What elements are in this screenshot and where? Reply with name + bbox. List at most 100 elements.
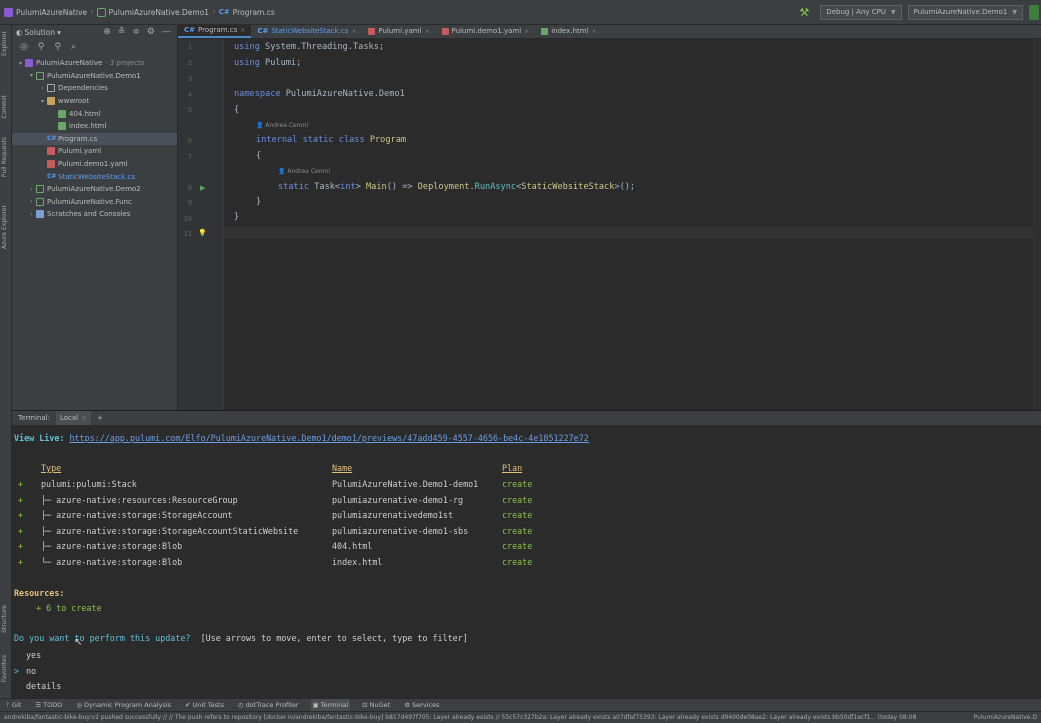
tree-item[interactable]: ▾ PulumiAzureNative · 3 projects [12,57,177,70]
locate-icon[interactable]: ⊕ [103,27,111,37]
tool-window-terminal[interactable]: ▣ Terminal [310,698,351,712]
code-line-4[interactable]: namespace PulumiAzureNative.Demo1 [234,89,405,99]
tool-window-icon: ✔ [185,701,191,709]
editor-tab[interactable]: index.html × [535,24,602,38]
run-gutter-icon[interactable]: ▶ [200,184,205,192]
tree-item[interactable]: ▾ wwwroot [12,95,177,108]
chevron-down-icon[interactable]: ▾ [27,72,36,79]
breadcrumb-project[interactable]: PulumiAzureNative.Demo1 [109,8,209,17]
configuration-select[interactable]: Debug | Any CPU ▼ [820,4,902,20]
editor-tab[interactable]: C# Program.cs × [178,24,252,38]
code-line-8[interactable]: static Task<int> Main() => Deployment.Ru… [278,182,635,192]
chevron-right-icon[interactable]: › [27,211,36,218]
editor-scrollbar[interactable] [1033,39,1041,410]
view-selector[interactable]: ◐ Solution ▾ [16,28,61,37]
tool-window-icon: ☰ [35,701,42,709]
tree-item[interactable]: › Scratches and Consoles [12,208,177,221]
resource-plan: create [502,494,533,505]
resource-type: ├─ azure-native:resources:ResourceGroup [41,494,238,505]
prompt-option[interactable]: details [26,681,61,691]
code-line-10[interactable]: } [234,212,239,222]
code-line-7[interactable]: { [256,151,261,161]
csharp-file-icon: C# [257,27,269,35]
tree-item[interactable]: Pulumi.yaml [12,145,177,158]
explorer-tab[interactable]: Explorer [1,31,8,56]
line-number: 7 [187,153,192,161]
tree-item[interactable]: › PulumiAzureNative.Func [12,196,177,209]
close-icon[interactable]: × [240,27,245,34]
chevron-right-icon[interactable]: › [27,186,36,193]
filter-icon[interactable]: ⚲ [38,42,45,52]
close-icon[interactable]: × [592,28,597,35]
show-files-icon[interactable]: ◎ [20,42,28,52]
tool-window-unit-tests[interactable]: ✔ Unit Tests [183,699,226,712]
tool-window-git[interactable]: ᚠ Git [4,699,23,712]
editor-tab[interactable]: Pulumi.yaml × [362,24,435,38]
csharp-file-icon: C# [184,26,196,34]
tree-item[interactable]: Pulumi.demo1.yaml [12,158,177,171]
line-number: 6 [187,137,192,145]
favorites-tab[interactable]: Favorites [1,655,8,682]
code-line-1[interactable]: using System.Threading.Tasks; [234,42,384,52]
gear-icon[interactable]: ⚙ [147,27,155,37]
code-line-9[interactable]: } [256,197,261,207]
chevron-down-icon[interactable]: ▾ [16,60,25,67]
tree-item[interactable]: index.html [12,120,177,133]
tool-window-services[interactable]: ⚙ Services [402,699,441,712]
code-line-2[interactable]: using Pulumi; [234,58,301,68]
view-live-link[interactable]: https://app.pulumi.com/Elfo/PulumiAzureN… [69,433,588,443]
tool-window-icon: ⊡ [362,701,368,709]
tree-item[interactable]: ▾ PulumiAzureNative.Demo1 [12,70,177,83]
editor-tab[interactable]: Pulumi.demo1.yaml × [436,24,536,38]
pull-requests-tab[interactable]: Pull Requests [1,137,8,177]
selection-marker: > [14,665,20,676]
status-project[interactable]: PulumiAzureNative.D [974,714,1037,721]
code-text: Pulumi; [259,58,302,68]
editor-tab-label: index.html [551,27,589,35]
close-icon[interactable]: × [351,28,356,35]
solution-tree: ▾ PulumiAzureNative · 3 projects ▾ PulumiAzu… [12,55,177,221]
author-hint[interactable]: 👤 Andrea Ceroni [256,122,308,129]
tree-item[interactable]: › PulumiAzureNative.Demo2 [12,183,177,196]
close-icon[interactable]: × [425,28,430,35]
line-number: 2 [187,59,192,67]
close-icon[interactable]: × [524,28,529,35]
breadcrumb-solution[interactable]: PulumiAzureNative [16,8,87,17]
chevron-right-icon[interactable]: › [27,198,36,205]
expand-all-icon[interactable]: ≚ [118,27,126,37]
code-line-5[interactable]: { [234,105,239,115]
hide-icon[interactable]: — [162,27,171,37]
prompt-option[interactable]: yes [26,650,41,660]
author-hint[interactable]: 👤 Andrea Ceroni [278,168,330,175]
run-icon[interactable] [1029,4,1039,20]
prompt-option[interactable]: no [26,666,36,676]
chevron-right-icon[interactable]: › [38,85,47,92]
tool-window-todo[interactable]: ☰ TODO [33,699,64,712]
close-icon[interactable]: × [81,414,87,422]
build-hammer-icon[interactable]: ⚒ [794,6,814,19]
breadcrumb-file[interactable]: Program.cs [233,8,275,17]
tool-window-dynamic-program-analysis[interactable]: ◎ Dynamic Program Analysis [74,699,173,712]
tree-item[interactable]: C# StaticWebsiteStack.cs [12,170,177,183]
run-configuration-select[interactable]: PulumiAzureNative.Demo1 ▼ [907,4,1023,20]
terminal-tab-local[interactable]: Local × [55,411,91,425]
proj-icon [36,71,44,80]
tool-window-dottrace-profiler[interactable]: ◴ dotTrace Profiler [236,699,301,712]
chevron-down-icon[interactable]: ▾ [38,98,47,105]
lightbulb-icon[interactable]: 💡 [198,229,207,237]
collapse-all-icon[interactable]: ≑ [132,27,140,37]
structure-tab[interactable]: Structure [1,605,8,633]
code-line-6[interactable]: internal static class Program [256,135,406,145]
azure-explorer-tab[interactable]: Azure Explorer [1,205,8,249]
editor-tab[interactable]: C# StaticWebsiteStack.cs × [251,24,362,38]
commit-tab[interactable]: Commit [1,95,8,119]
tree-item[interactable]: 404.html [12,107,177,120]
status-message[interactable]: andrekiba/fantastic-bike-buy:v2 pushed s… [4,714,916,721]
tree-item[interactable]: › Dependencies [12,82,177,95]
tree-item[interactable]: C# Program.cs [12,132,177,146]
tool-window-nuget[interactable]: ⊡ NuGet [360,699,392,712]
filter-alt-icon[interactable]: ⚲ [54,42,61,52]
search-icon[interactable]: ⌕ [71,42,76,52]
html-icon [58,122,66,131]
add-terminal-icon[interactable]: + [97,414,103,422]
